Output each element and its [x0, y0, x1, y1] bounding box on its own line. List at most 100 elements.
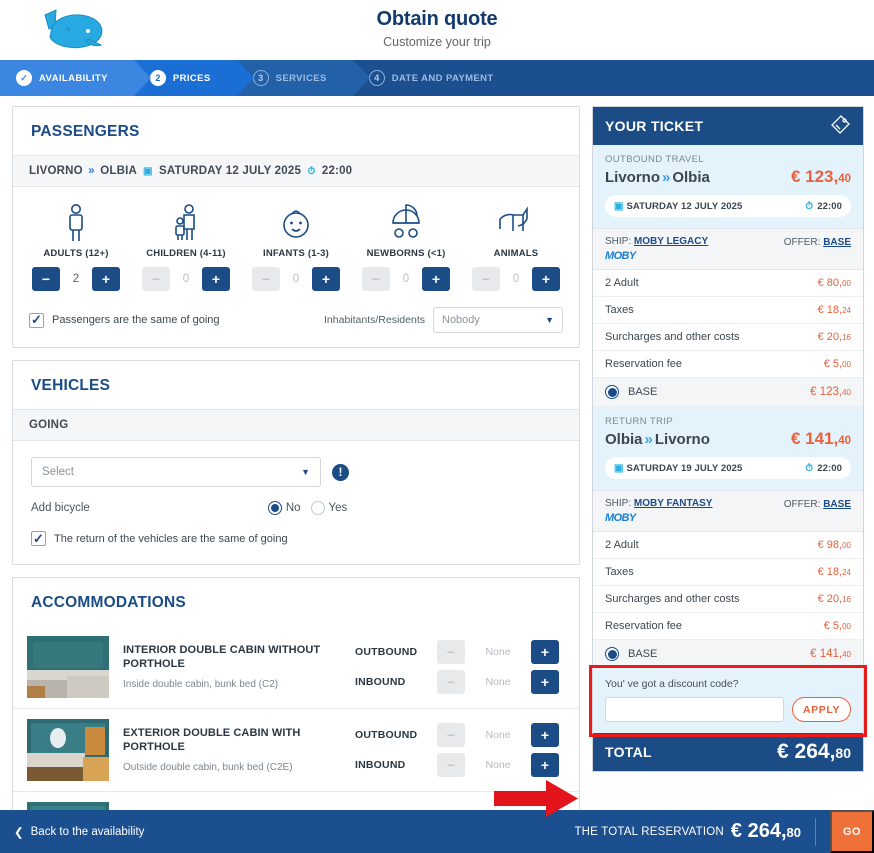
inhabitants-select[interactable]: Nobody ▼ [433, 307, 563, 333]
vehicles-body: Select ▼ ! Add bicycle No Yes ✓ The retu… [13, 441, 579, 564]
offer-name-link[interactable]: BASE [823, 237, 851, 248]
newborns-plus-button[interactable]: + [422, 267, 450, 291]
infant-icon [241, 201, 351, 243]
vehicle-select-value: Select [42, 466, 74, 478]
apply-discount-button[interactable]: APPLY [792, 697, 851, 722]
offer-block: OFFER: BASE [784, 236, 851, 248]
accommodation-outbound-line: OUTBOUND − None + [355, 720, 565, 750]
exclamation-icon[interactable]: ! [332, 463, 349, 481]
step-services[interactable]: 3 SERVICES [236, 60, 370, 96]
total-main: € 264, [777, 740, 836, 763]
newborns-minus-button[interactable]: − [362, 267, 390, 291]
leg-price-main: € 141, [790, 429, 839, 448]
outbound-plus-button[interactable]: + [531, 723, 559, 747]
item-amount-cents: 16 [842, 333, 851, 342]
item-label: Taxes [605, 304, 634, 316]
item-amount: € 20,16 [818, 331, 851, 343]
inhabitants-group: Inhabitants/Residents Nobody ▼ [324, 307, 563, 333]
item-label: 2 Adult [605, 277, 639, 289]
children-plus-button[interactable]: + [202, 267, 230, 291]
ship-name-link[interactable]: MOBY FANTASY [634, 498, 713, 509]
passenger-label-children: CHILDREN (4-11) [146, 248, 226, 259]
fare-amount-cents: 40 [842, 388, 851, 397]
infants-plus-button[interactable]: + [312, 267, 340, 291]
item-amount-main: € 18, [817, 304, 843, 316]
direction-label-inbound: INBOUND [355, 676, 406, 688]
vehicles-same-checkbox[interactable]: ✓ [31, 531, 46, 546]
passengers-same-checkbox[interactable]: ✓ [29, 312, 44, 328]
whale-logo-icon [22, 7, 117, 53]
fare-amount: € 123,40 [810, 386, 851, 398]
stepper-infants: − 0 + [241, 267, 351, 291]
red-arrow-right-icon [494, 780, 578, 817]
route-time: 22:00 [321, 165, 353, 177]
ticket-fare-outbound[interactable]: BASE € 123,40 [593, 378, 863, 407]
item-amount-cents: 00 [842, 360, 851, 369]
vehicle-select-row: Select ▼ ! [31, 457, 561, 487]
outbound-plus-button[interactable]: + [531, 640, 559, 664]
inhabitants-value: Nobody [442, 314, 480, 326]
ticket-fare-return[interactable]: BASE € 141,40 [593, 640, 863, 669]
total-cents: 80 [835, 745, 851, 761]
bicycle-radio-yes-label: Yes [328, 502, 348, 514]
leg-to: Olbia [672, 169, 710, 186]
accommodation-outbound-line: OUTBOUND − None + [355, 637, 565, 667]
inbound-plus-button[interactable]: + [531, 753, 559, 777]
animals-minus-button[interactable]: − [472, 267, 500, 291]
step-label-date-payment: DATE AND PAYMENT [391, 72, 494, 84]
item-amount-cents: 24 [842, 568, 851, 577]
adults-minus-button[interactable]: − [32, 267, 60, 291]
total-value: € 264,80 [777, 740, 851, 764]
passenger-label-infants: INFANTS (1-3) [263, 248, 329, 259]
route-from: LIVORNO [29, 165, 83, 177]
item-label: 2 Adult [605, 539, 639, 551]
item-amount-main: € 20, [817, 593, 843, 605]
go-button[interactable]: GO [830, 810, 874, 853]
passenger-type-newborns: NEWBORNS (<1) − 0 + [351, 201, 461, 291]
step-check-icon: ✓ [16, 70, 32, 86]
ticket-leg-return: RETURN TRIP Olbia» Livorno € 141,40 ▣ SAT… [593, 407, 863, 490]
route-date: SATURDAY 12 JULY 2025 [159, 165, 302, 177]
vehicle-select[interactable]: Select ▼ [31, 457, 321, 487]
item-label: Reservation fee [605, 620, 683, 632]
clock-icon: ⏱ [805, 200, 814, 212]
children-icon [131, 201, 241, 243]
discount-code-input[interactable] [605, 697, 784, 722]
inbound-plus-button[interactable]: + [531, 670, 559, 694]
vehicles-footer: ✓ The return of the vehicles are the sam… [31, 531, 561, 546]
leg-price-return: € 141,40 [791, 429, 851, 449]
animals-plus-button[interactable]: + [532, 267, 560, 291]
footer-total-cents: 80 [786, 825, 801, 840]
fare-radio-selected[interactable] [605, 385, 619, 399]
adults-plus-button[interactable]: + [92, 267, 120, 291]
fare-radio-selected[interactable] [605, 647, 619, 661]
step-date-and-payment[interactable]: 4 DATE AND PAYMENT [352, 60, 520, 96]
item-amount-main: € 98, [817, 539, 843, 551]
ship-name-link[interactable]: MOBY LEGACY [634, 236, 708, 247]
ticket-item: Reservation fee € 5,00 [593, 351, 863, 378]
offer-name-link[interactable]: BASE [823, 499, 851, 510]
back-to-availability-link[interactable]: ❮ Back to the availability [14, 825, 144, 839]
cabin-thumbnail[interactable] [27, 719, 109, 781]
stepper-adults: − 2 + [21, 267, 131, 291]
outbound-minus-button[interactable]: − [437, 640, 465, 664]
accommodations-header: ACCOMMODATIONS [13, 578, 579, 626]
calendar-icon: ▣ [614, 462, 627, 474]
left-column: PASSENGERS LIVORNO » OLBIA ▣ SATURDAY 12… [12, 106, 580, 853]
bicycle-radio-no[interactable] [267, 501, 282, 515]
outbound-minus-button[interactable]: − [437, 723, 465, 747]
ticket-item: 2 Adult € 98,00 [593, 532, 863, 559]
accommodation-info: INTERIOR DOUBLE CABIN WITHOUT PORTHOLE I… [109, 644, 355, 690]
stepper-animals: − 0 + [461, 267, 571, 291]
inbound-minus-button[interactable]: − [437, 670, 465, 694]
inbound-value: None [485, 759, 511, 771]
cabin-thumbnail[interactable] [27, 636, 109, 698]
step-availability[interactable]: ✓ AVAILABILITY [0, 60, 151, 96]
infants-minus-button[interactable]: − [252, 267, 280, 291]
inbound-minus-button[interactable]: − [437, 753, 465, 777]
item-amount-cents: 00 [842, 622, 851, 631]
item-amount-cents: 24 [842, 306, 851, 315]
ticket-heading: YOUR TICKET [605, 118, 704, 134]
children-minus-button[interactable]: − [142, 267, 170, 291]
bicycle-radio-yes[interactable] [310, 501, 325, 515]
